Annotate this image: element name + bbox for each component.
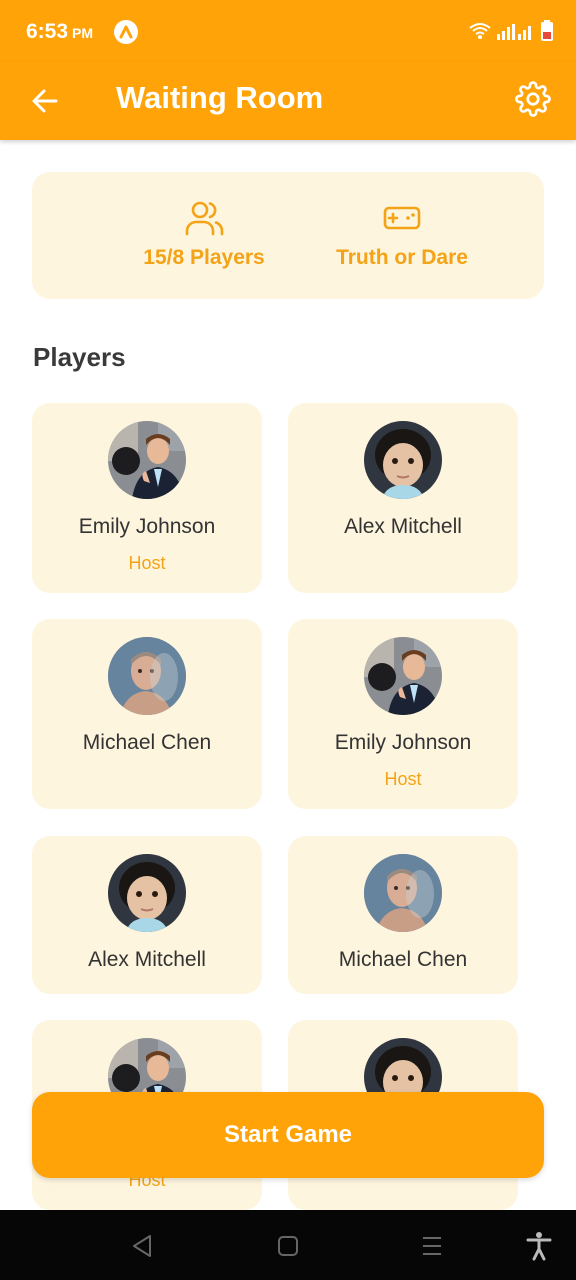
system-nav-bar xyxy=(0,1210,576,1280)
avatar xyxy=(108,421,186,499)
player-name: Alex Mitchell xyxy=(88,948,206,971)
avatar xyxy=(108,637,186,715)
back-button[interactable] xyxy=(22,78,68,124)
player-card[interactable]: Michael Chen xyxy=(32,619,262,809)
player-name: Emily Johnson xyxy=(334,731,472,754)
triangle-back-icon xyxy=(133,1235,151,1257)
start-game-button[interactable]: Start Game xyxy=(32,1092,544,1178)
status-icons xyxy=(468,20,554,47)
battery-icon xyxy=(540,20,554,47)
player-count-label: 15/8 Players xyxy=(143,246,265,269)
users-icon xyxy=(185,201,224,236)
signal-icon xyxy=(496,21,536,46)
player-role-badge: Host xyxy=(128,553,166,573)
avatar xyxy=(364,637,442,715)
gear-icon xyxy=(515,81,551,117)
player-count: 15/8 Players xyxy=(106,200,302,270)
status-bar: 6:53 PM xyxy=(0,0,576,62)
player-card[interactable]: Emily Johnson Host xyxy=(288,619,518,809)
accessibility-button[interactable] xyxy=(525,1232,553,1261)
app-bar: Waiting Room xyxy=(0,62,576,140)
status-time: 6:53 PM xyxy=(26,20,94,43)
avatar xyxy=(364,854,442,932)
nav-home-button[interactable] xyxy=(274,1232,302,1260)
player-card[interactable]: Michael Chen xyxy=(288,836,518,994)
player-name: Alex Mitchell xyxy=(344,515,462,538)
player-name: Michael Chen xyxy=(82,731,212,754)
square-home-icon xyxy=(278,1236,298,1256)
player-name: Emily Johnson xyxy=(78,515,216,538)
menu-lines-icon xyxy=(423,1237,441,1255)
gamepad-icon xyxy=(383,206,421,230)
player-name: Michael Chen xyxy=(338,948,468,971)
nav-recents-button[interactable] xyxy=(418,1232,446,1260)
player-card[interactable]: Emily Johnson Host xyxy=(32,403,262,593)
game-mode-label: Truth or Dare xyxy=(336,246,468,269)
avatar xyxy=(364,421,442,499)
player-card[interactable]: Alex Mitchell xyxy=(32,836,262,994)
nav-back-button[interactable] xyxy=(128,1232,156,1260)
room-info-card: 15/8 Players Truth or Dare xyxy=(32,172,544,299)
player-role-badge: Host xyxy=(384,769,422,789)
avatar xyxy=(108,854,186,932)
page-title: Waiting Room xyxy=(116,80,324,115)
accessibility-icon xyxy=(526,1232,552,1261)
arrow-left-icon xyxy=(32,89,58,113)
player-card[interactable]: Alex Mitchell xyxy=(288,403,518,593)
settings-button[interactable] xyxy=(510,76,556,122)
players-section-title: Players xyxy=(33,342,126,372)
app-notification-icon xyxy=(114,20,138,44)
wifi-icon xyxy=(468,21,492,46)
game-mode: Truth or Dare xyxy=(332,200,472,270)
